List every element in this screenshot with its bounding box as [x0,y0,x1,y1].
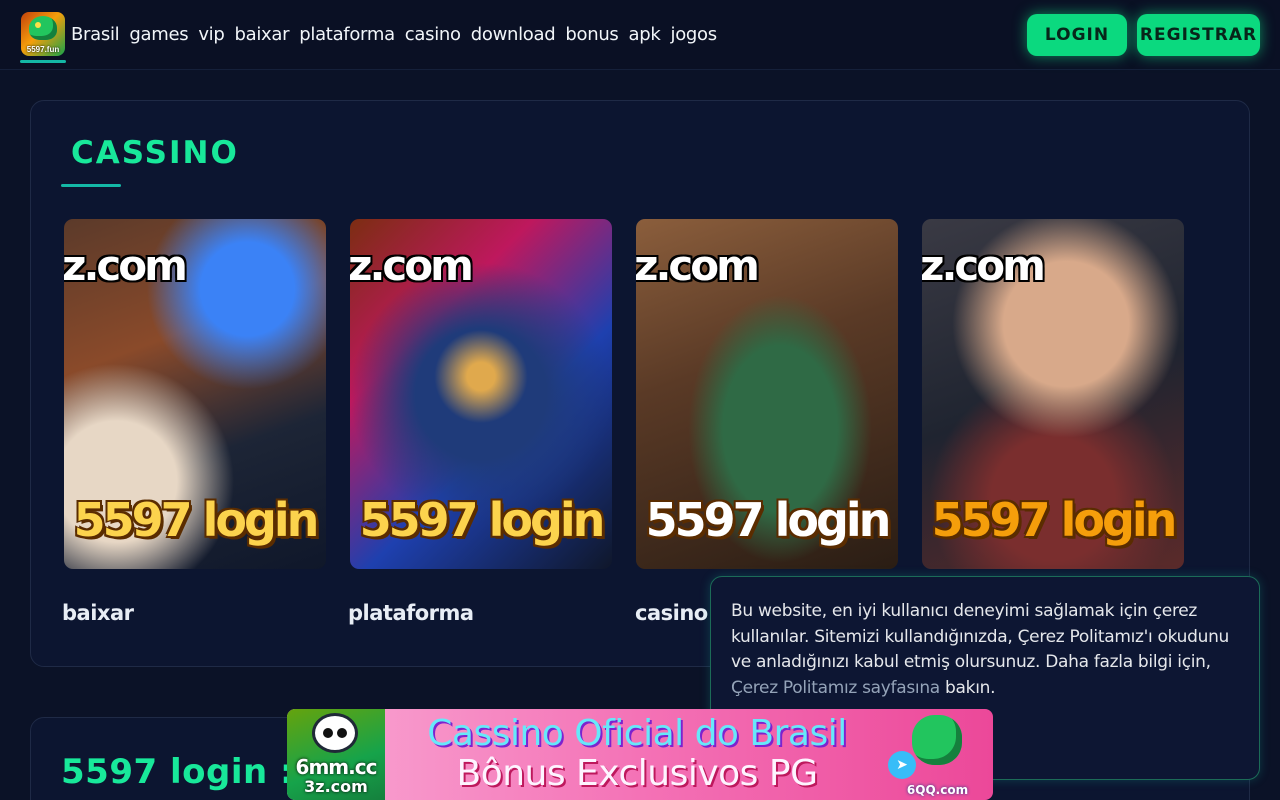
card-watermark: z.com [350,241,474,290]
nav-item-vip[interactable]: vip [198,24,224,45]
nav-item-bonus[interactable]: bonus [565,24,618,45]
banner-subtitle: Bônus Exclusivos PG [456,753,818,794]
telegram-icon: ➤ [888,751,916,779]
card-overlay-text: 5597 login [359,493,606,547]
banner-left-line2: 3z.com [304,777,368,796]
main-nav: Brasil games vip baixar plataforma casin… [71,24,717,45]
banner-right-badge: ➤ 6QQ.com [882,709,993,800]
nav-item-casino[interactable]: casino [405,24,461,45]
game-card-baixar[interactable]: z.com 5597 login [64,219,326,569]
promo-banner[interactable]: 6mm.cc 3z.com Cassino Oficial do Brasil … [287,709,993,800]
dragon-icon [29,16,57,40]
panda-icon [312,713,358,753]
game-card-casino[interactable]: z.com 5597 login [636,219,898,569]
section-title-underline [61,184,121,187]
nav-item-download[interactable]: download [471,24,556,45]
top-header: 5597.fun Brasil games vip baixar platafo… [0,0,1280,70]
banner-title: Cassino Oficial do Brasil [427,713,847,754]
card-label-plataforma[interactable]: plataforma [348,601,474,625]
login-button[interactable]: LOGIN [1027,14,1127,56]
banner-left-line1: 6mm.cc [295,755,378,779]
cookie-policy-link[interactable]: Çerez Politamız sayfasına [731,678,940,698]
card-label-baixar[interactable]: baixar [62,601,134,625]
nav-item-plataforma[interactable]: plataforma [299,24,395,45]
card-overlay-text: 5597 login [931,493,1178,547]
banner-left-badge: 6mm.cc 3z.com [287,709,385,800]
card-watermark: z.com [922,241,1046,290]
nav-item-games[interactable]: games [129,24,188,45]
cookie-text: Bu website, en iyi kullanıcı deneyimi sa… [731,599,1246,701]
site-logo[interactable]: 5597.fun [21,12,65,56]
logo-text: 5597.fun [26,45,60,54]
nav-item-brasil[interactable]: Brasil [71,24,120,45]
dragon-icon [912,715,962,765]
game-card-4[interactable]: z.com 5597 login [922,219,1184,569]
cookie-body: Bu website, en iyi kullanıcı deneyimi sa… [731,601,1230,672]
register-button[interactable]: REGISTRAR [1137,14,1260,56]
card-overlay-text: 5597 login [73,493,320,547]
card-overlay-text: 5597 login [645,493,892,547]
card-watermark: z.com [64,241,188,290]
nav-item-apk[interactable]: apk [629,24,661,45]
game-card-plataforma[interactable]: z.com 5597 login [350,219,612,569]
section-title: CASSINO [71,135,239,171]
nav-item-jogos[interactable]: jogos [671,24,718,45]
cookie-suffix: bakın. [945,677,996,698]
active-indicator [20,60,66,63]
card-label-casino[interactable]: casino [635,601,708,625]
nav-item-baixar[interactable]: baixar [235,24,290,45]
card-watermark: z.com [636,241,760,290]
banner-right-text: 6QQ.com [906,783,969,797]
